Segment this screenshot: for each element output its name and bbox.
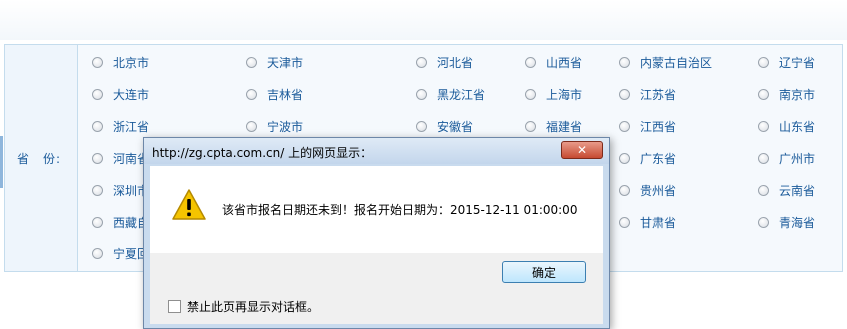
province-radio[interactable] [92,88,103,100]
province-option[interactable]: 吉林省 [246,86,303,102]
dialog-message: 该省市报名日期还未到！报名开始日期为：2015-12-11 01:00:00 [222,203,578,217]
province-option-label: 内蒙古自治区 [640,55,713,70]
province-option-label: 河北省 [437,55,474,70]
province-option[interactable]: 江苏省 [619,86,676,102]
province-option-label: 吉林省 [267,87,304,102]
province-radio[interactable] [416,56,427,68]
province-option[interactable]: 广东省 [619,150,676,166]
province-option-label: 云南省 [779,183,816,198]
province-radio[interactable] [246,120,257,132]
province-option-label: 天津市 [267,55,304,70]
province-radio[interactable] [619,184,630,196]
province-option[interactable]: 北京市 [92,54,149,70]
province-option-label: 贵州省 [640,183,677,198]
province-option-label: 山西省 [546,55,583,70]
province-option[interactable]: 黑龙江省 [416,86,485,102]
province-option-label: 江苏省 [640,87,677,102]
province-option-label: 青海省 [779,215,816,230]
province-option[interactable]: 南京市 [758,86,815,102]
province-radio[interactable] [246,56,257,68]
province-option[interactable]: 西藏自 [92,214,149,230]
province-radio[interactable] [758,216,769,228]
province-radio[interactable] [758,56,769,68]
province-radio[interactable] [92,184,103,196]
page-header-band [0,0,847,40]
province-option[interactable]: 宁夏回 [92,245,149,261]
province-option[interactable]: 天津市 [246,54,303,70]
province-radio[interactable] [619,216,630,228]
province-option[interactable]: 山西省 [525,54,582,70]
province-option[interactable]: 甘肃省 [619,214,676,230]
province-option-label: 宁波市 [267,119,304,134]
warning-icon [172,189,206,220]
province-option-label: 广州市 [779,151,816,166]
province-option[interactable]: 广州市 [758,150,815,166]
dialog-close-button[interactable]: ✕ [561,141,603,159]
left-accent-bar [0,136,3,188]
province-radio[interactable] [246,88,257,100]
province-option-label: 广东省 [640,151,677,166]
province-label-cell: 省 份: [5,45,78,271]
suppress-checkbox[interactable] [168,299,181,313]
dialog-title: http://zg.cpta.com.cn/ 上的网页显示： [152,146,373,160]
province-option-label: 南京市 [779,87,816,102]
province-option[interactable]: 山东省 [758,118,815,134]
province-option-label: 上海市 [546,87,583,102]
province-option[interactable]: 内蒙古自治区 [619,54,712,70]
province-option[interactable]: 大连市 [92,86,149,102]
province-option[interactable]: 河南省 [92,150,149,166]
province-radio[interactable] [92,120,103,132]
province-option-label: 辽宁省 [779,55,816,70]
province-option-label: 北京市 [113,55,150,70]
province-option-label: 福建省 [546,119,583,134]
province-label: 省 份: [17,152,62,166]
province-radio[interactable] [619,88,630,100]
province-radio[interactable] [758,120,769,132]
province-option[interactable]: 上海市 [525,86,582,102]
province-radio[interactable] [92,56,103,68]
province-option[interactable]: 云南省 [758,182,815,198]
province-option[interactable]: 福建省 [525,118,582,134]
province-option[interactable]: 深圳市 [92,182,149,198]
province-radio[interactable] [416,88,427,100]
province-radio[interactable] [525,88,536,100]
province-radio[interactable] [92,216,103,228]
province-option[interactable]: 安徽省 [416,118,473,134]
province-option-label: 甘肃省 [640,215,677,230]
province-option[interactable]: 贵州省 [619,182,676,198]
province-option-label: 山东省 [779,119,816,134]
ok-button[interactable]: 确定 [502,261,586,283]
dialog-body: 该省市报名日期还未到！报名开始日期为：2015-12-11 01:00:00 [150,166,603,253]
province-option[interactable]: 河北省 [416,54,473,70]
dialog-title-bar[interactable]: http://zg.cpta.com.cn/ 上的网页显示： ✕ [144,138,609,164]
province-option[interactable]: 辽宁省 [758,54,815,70]
province-option-label: 江西省 [640,119,677,134]
suppress-label: 禁止此页再显示对话框。 [187,299,320,314]
province-radio[interactable] [416,120,427,132]
province-radio[interactable] [92,152,103,164]
province-option[interactable]: 青海省 [758,214,815,230]
province-option-label: 黑龙江省 [437,87,486,102]
province-option[interactable]: 江西省 [619,118,676,134]
dialog-button-area: 确定 禁止此页再显示对话框。 [150,253,603,324]
province-radio[interactable] [525,120,536,132]
suppress-dialogs-option[interactable]: 禁止此页再显示对话框。 [168,299,320,314]
province-option-label: 大连市 [113,87,150,102]
province-radio[interactable] [758,88,769,100]
ok-button-label: 确定 [531,265,556,280]
province-option-label: 浙江省 [113,119,150,134]
province-option[interactable]: 浙江省 [92,118,149,134]
alert-dialog: http://zg.cpta.com.cn/ 上的网页显示： ✕ 该省市报名日期… [143,137,610,329]
province-radio[interactable] [92,247,103,259]
province-radio[interactable] [619,152,630,164]
province-radio[interactable] [619,56,630,68]
province-radio[interactable] [525,56,536,68]
province-option-label: 安徽省 [437,119,474,134]
province-option[interactable]: 宁波市 [246,118,303,134]
province-radio[interactable] [758,184,769,196]
province-radio[interactable] [758,152,769,164]
province-radio[interactable] [619,120,630,132]
close-icon: ✕ [576,143,588,157]
